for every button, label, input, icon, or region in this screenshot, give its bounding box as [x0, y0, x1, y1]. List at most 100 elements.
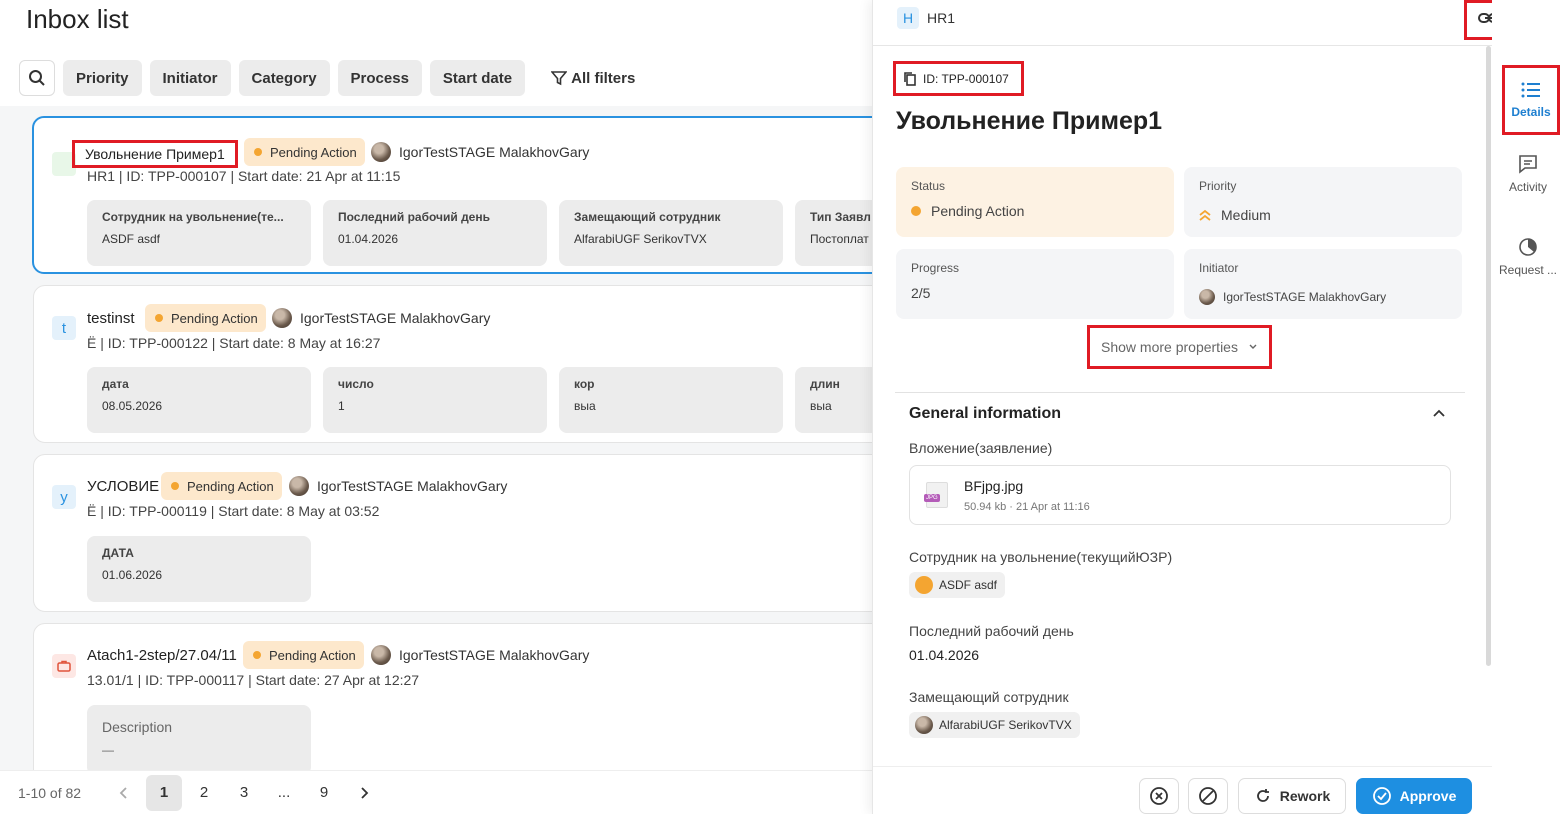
field-value: AlfarabiUGF SerikovTVX: [574, 232, 707, 246]
next-page-button[interactable]: [346, 775, 382, 811]
card-meta: HR1 | ID: TPP-000107 | Start date: 21 Ap…: [87, 168, 401, 184]
user-avatar: [915, 716, 933, 734]
filter-category[interactable]: Category: [238, 60, 330, 96]
rework-button[interactable]: Rework: [1238, 778, 1346, 814]
field-label: длин: [810, 377, 840, 391]
file-attachment[interactable]: JPG BFjpg.jpg 50.94 kb · 21 Apr at 11:16: [909, 465, 1451, 525]
field-value: выа: [810, 399, 832, 413]
card-title: testinst: [87, 310, 135, 327]
process-avatar: [52, 654, 76, 678]
block-button[interactable]: [1188, 778, 1228, 814]
field-label: Замещающий сотрудник: [574, 210, 721, 224]
priority-text: Medium: [1221, 207, 1271, 223]
page-1[interactable]: 1: [146, 774, 182, 811]
jpg-file-icon: JPG: [924, 482, 948, 508]
inbox-card[interactable]: t testinst Pending Action IgorTestSTAGE …: [33, 285, 872, 443]
priority-label: Priority: [1199, 179, 1237, 193]
card-title: Atach1-2step/27.04/11: [87, 647, 237, 664]
status-dot: [911, 206, 921, 216]
process-avatar: t: [52, 316, 76, 340]
status-badge: Pending Action: [145, 304, 266, 332]
progress-value: 2/5: [911, 285, 931, 301]
panel-header: H HR1: [873, 0, 1493, 46]
user-avatar: [272, 308, 292, 328]
card-meta: 13.01/1 | ID: TPP-000117 | Start date: 2…: [87, 672, 420, 688]
rail-details[interactable]: Details: [1502, 65, 1560, 135]
field-value: 1: [338, 399, 345, 413]
filter-initiator[interactable]: Initiator: [149, 60, 231, 96]
chevron-left-icon: [119, 786, 127, 799]
file-type: JPG: [924, 494, 940, 502]
initiator-name: IgorTestSTAGE MalakhovGary: [300, 310, 491, 326]
divider: [895, 392, 1465, 393]
rail-activity-label: Activity: [1508, 180, 1547, 194]
replacement-chip[interactable]: AlfarabiUGF SerikovTVX: [909, 712, 1080, 738]
scrollbar[interactable]: [1486, 46, 1491, 666]
filter-start-date[interactable]: Start date: [429, 60, 526, 96]
copy-icon: [904, 71, 916, 86]
field-card: Замещающий сотрудник AlfarabiUGF Serikov…: [559, 200, 783, 266]
filter-process[interactable]: Process: [337, 60, 422, 96]
all-filters-button[interactable]: All filters: [551, 60, 635, 96]
field-value: —: [102, 743, 114, 757]
page-2[interactable]: 2: [186, 775, 222, 811]
user-avatar: [1199, 289, 1215, 305]
rail-details-label: Details: [1511, 105, 1551, 119]
page-title: Inbox list: [26, 4, 129, 34]
approve-label: Approve: [1399, 788, 1457, 804]
pagination: 1-10 of 82 1 2 3 ... 9: [0, 770, 872, 814]
page-ellipsis: ...: [277, 784, 291, 801]
chevron-down-icon: [1249, 344, 1257, 349]
approve-button[interactable]: Approve: [1356, 778, 1472, 814]
field-value: 08.05.2026: [102, 399, 163, 413]
page-9[interactable]: 9: [306, 775, 342, 811]
initiator-name: IgorTestSTAGE MalakhovGary: [399, 647, 590, 663]
search-button[interactable]: [19, 60, 55, 96]
last-day-label: Последний рабочий день: [909, 623, 1074, 639]
request-id-copy[interactable]: ID: TPP-000107: [893, 61, 1024, 96]
initiator-value: IgorTestSTAGE MalakhovGary: [1199, 289, 1447, 305]
priority-medium-icon: [1199, 209, 1211, 221]
reject-button[interactable]: [1139, 778, 1179, 814]
field-card: ДАТА 01.06.2026: [87, 536, 311, 602]
field-card: кор выа: [559, 367, 783, 433]
initiator: IgorTestSTAGE MalakhovGary: [272, 308, 490, 328]
block-icon: [1199, 787, 1217, 805]
request-id: ID: TPP-000107: [923, 71, 1009, 86]
rail-activity[interactable]: Activity: [1492, 154, 1564, 194]
field-card: Сотрудник на увольнение(те... ASDF asdf: [87, 200, 311, 266]
action-footer: Rework Approve: [873, 766, 1493, 814]
show-more-label: Show more properties: [1101, 339, 1238, 355]
replacement-name: AlfarabiUGF SerikovTVX: [939, 718, 1072, 732]
filter-bar: Priority Initiator Category Process Star…: [19, 60, 635, 96]
inbox-card[interactable]: Увольнение Пример1 Pending Action IgorTe…: [32, 116, 872, 274]
show-more-properties-button[interactable]: Show more properties: [1087, 325, 1272, 369]
initiator: IgorTestSTAGE MalakhovGary: [371, 645, 589, 665]
inbox-card[interactable]: у УСЛОВИЕ Pending Action IgorTestSTAGE M…: [33, 454, 872, 612]
list-icon: [1521, 82, 1540, 98]
inbox-card[interactable]: Atach1-2step/27.04/11 Pending Action Igo…: [33, 623, 872, 770]
field-label: Последний рабочий день: [338, 210, 490, 224]
rail-request[interactable]: Request ...: [1492, 237, 1564, 277]
initiator-name: IgorTestSTAGE MalakhovGary: [317, 478, 508, 494]
collapse-section-button[interactable]: [1432, 407, 1446, 426]
last-day-value: 01.04.2026: [909, 647, 980, 663]
chat-icon: [1519, 155, 1537, 174]
field-value: 01.04.2026: [338, 232, 399, 246]
pie-chart-icon: [1519, 238, 1537, 256]
status-badge: Pending Action: [161, 472, 282, 500]
page-3[interactable]: 3: [226, 775, 262, 811]
field-value: ASDF asdf: [102, 232, 161, 246]
card-meta: Ё | ID: TPP-000122 | Start date: 8 May a…: [87, 335, 381, 351]
attachment-label: Вложение(заявление): [909, 440, 1053, 456]
initiator-property: Initiator IgorTestSTAGE MalakhovGary: [1184, 249, 1462, 319]
filter-priority[interactable]: Priority: [63, 60, 142, 96]
side-rail: Details Activity Request ...: [1492, 0, 1564, 814]
field-value: выа: [574, 399, 596, 413]
field-card: Последний рабочий день 01.04.2026: [323, 200, 547, 266]
employee-chip[interactable]: ASDF asdf: [909, 572, 1006, 598]
detail-panel: H HR1 ID: TPP-000107 Увольнение Пример1 …: [872, 0, 1548, 814]
prev-page-button[interactable]: [106, 775, 142, 811]
field-label: Description: [102, 719, 173, 735]
file-name: BFjpg.jpg: [964, 478, 1024, 494]
